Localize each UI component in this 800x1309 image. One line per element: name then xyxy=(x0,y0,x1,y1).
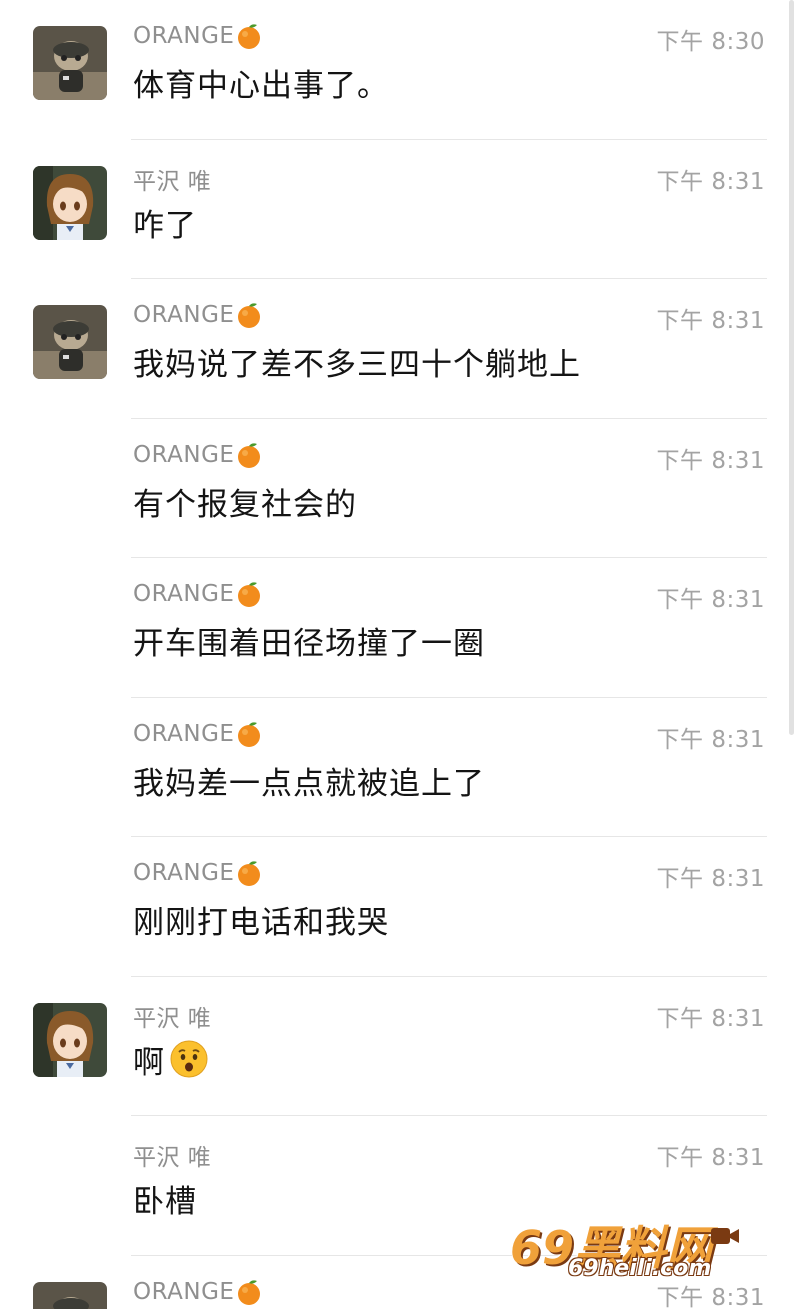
sender-name: ORANGE xyxy=(133,22,263,50)
message-text: 体育中心出事了。 xyxy=(133,68,389,104)
sender-name: ORANGE xyxy=(133,859,263,887)
message-row[interactable]: ORANGE 下午 8:31 有个报复社会的 xyxy=(0,419,800,558)
sender-name: ORANGE xyxy=(133,441,263,469)
message-time: 下午 8:31 xyxy=(656,168,765,195)
sender-name: ORANGE xyxy=(133,580,263,608)
orange-fruit-icon xyxy=(238,861,261,886)
cat-avatar[interactable] xyxy=(33,26,107,100)
sender-name: 平沢 唯 xyxy=(133,1005,212,1032)
message-row[interactable]: ORANGE 下午 8:31 开车围着田径场撞了一圈 xyxy=(0,558,800,698)
video-camera-icon xyxy=(711,1228,739,1244)
message-text: 有个报复社会的 xyxy=(133,486,357,523)
message-text: 我妈说了差不多三四十个躺地上 xyxy=(133,347,581,383)
chat-message-list[interactable]: ORANGE 下午 8:30 体育中心出事了。 平沢 唯 下午 8:31 咋了 … xyxy=(0,0,800,1309)
message-text: 我妈差一点点就被追上了 xyxy=(133,765,485,802)
scrollbar[interactable] xyxy=(789,0,794,735)
message-time: 下午 8:31 xyxy=(656,726,765,753)
message-row[interactable]: 平沢 唯 下午 8:31 啊 xyxy=(0,977,800,1116)
message-row[interactable]: ORANGE 下午 8:31 我妈说了差不多三四十个躺地上 xyxy=(0,279,800,419)
orange-fruit-icon xyxy=(238,1279,261,1305)
message-time: 下午 8:31 xyxy=(656,1145,765,1171)
watermark-url: 69heili.com xyxy=(568,1256,712,1281)
message-row[interactable]: ORANGE 下午 8:30 体育中心出事了。 xyxy=(0,0,800,140)
watermark-logo: 69黑料网 69heili.com xyxy=(510,1212,750,1292)
message-time: 下午 8:31 xyxy=(656,308,765,334)
message-text: 开车围着田径场撞了一圈 xyxy=(133,626,485,662)
message-row[interactable]: ORANGE 下午 8:31 刚刚打电话和我哭 xyxy=(0,837,800,977)
girl-avatar[interactable] xyxy=(33,165,107,240)
sender-name: ORANGE xyxy=(133,1278,263,1306)
orange-fruit-icon xyxy=(238,442,261,468)
message-row[interactable]: 平沢 唯 下午 8:31 咋了 xyxy=(0,140,800,279)
message-time: 下午 8:30 xyxy=(656,29,765,55)
girl-avatar[interactable] xyxy=(33,1002,107,1077)
message-time: 下午 8:31 xyxy=(656,587,765,613)
orange-fruit-icon xyxy=(238,721,261,747)
message-text: 刚刚打电话和我哭 xyxy=(133,905,389,941)
sender-name: 平沢 唯 xyxy=(133,168,212,195)
message-text: 咋了 xyxy=(133,207,197,244)
sender-name: ORANGE xyxy=(133,301,263,329)
orange-fruit-icon xyxy=(238,24,261,49)
message-time: 下午 8:31 xyxy=(656,866,765,892)
orange-fruit-icon xyxy=(238,582,261,607)
message-text: 卧槽 xyxy=(133,1184,197,1220)
message-time: 下午 8:31 xyxy=(656,1005,765,1032)
sender-name: ORANGE xyxy=(133,720,263,748)
cat-avatar[interactable] xyxy=(33,305,107,379)
message-time: 下午 8:31 xyxy=(656,447,765,474)
message-row[interactable]: ORANGE 下午 8:31 我妈差一点点就被追上了 xyxy=(0,698,800,837)
astonished-face-icon xyxy=(170,1040,208,1078)
message-text: 啊 xyxy=(133,1037,209,1082)
sender-name: 平沢 唯 xyxy=(133,1145,212,1171)
cat-avatar[interactable] xyxy=(33,1281,107,1309)
orange-fruit-icon xyxy=(238,303,261,328)
